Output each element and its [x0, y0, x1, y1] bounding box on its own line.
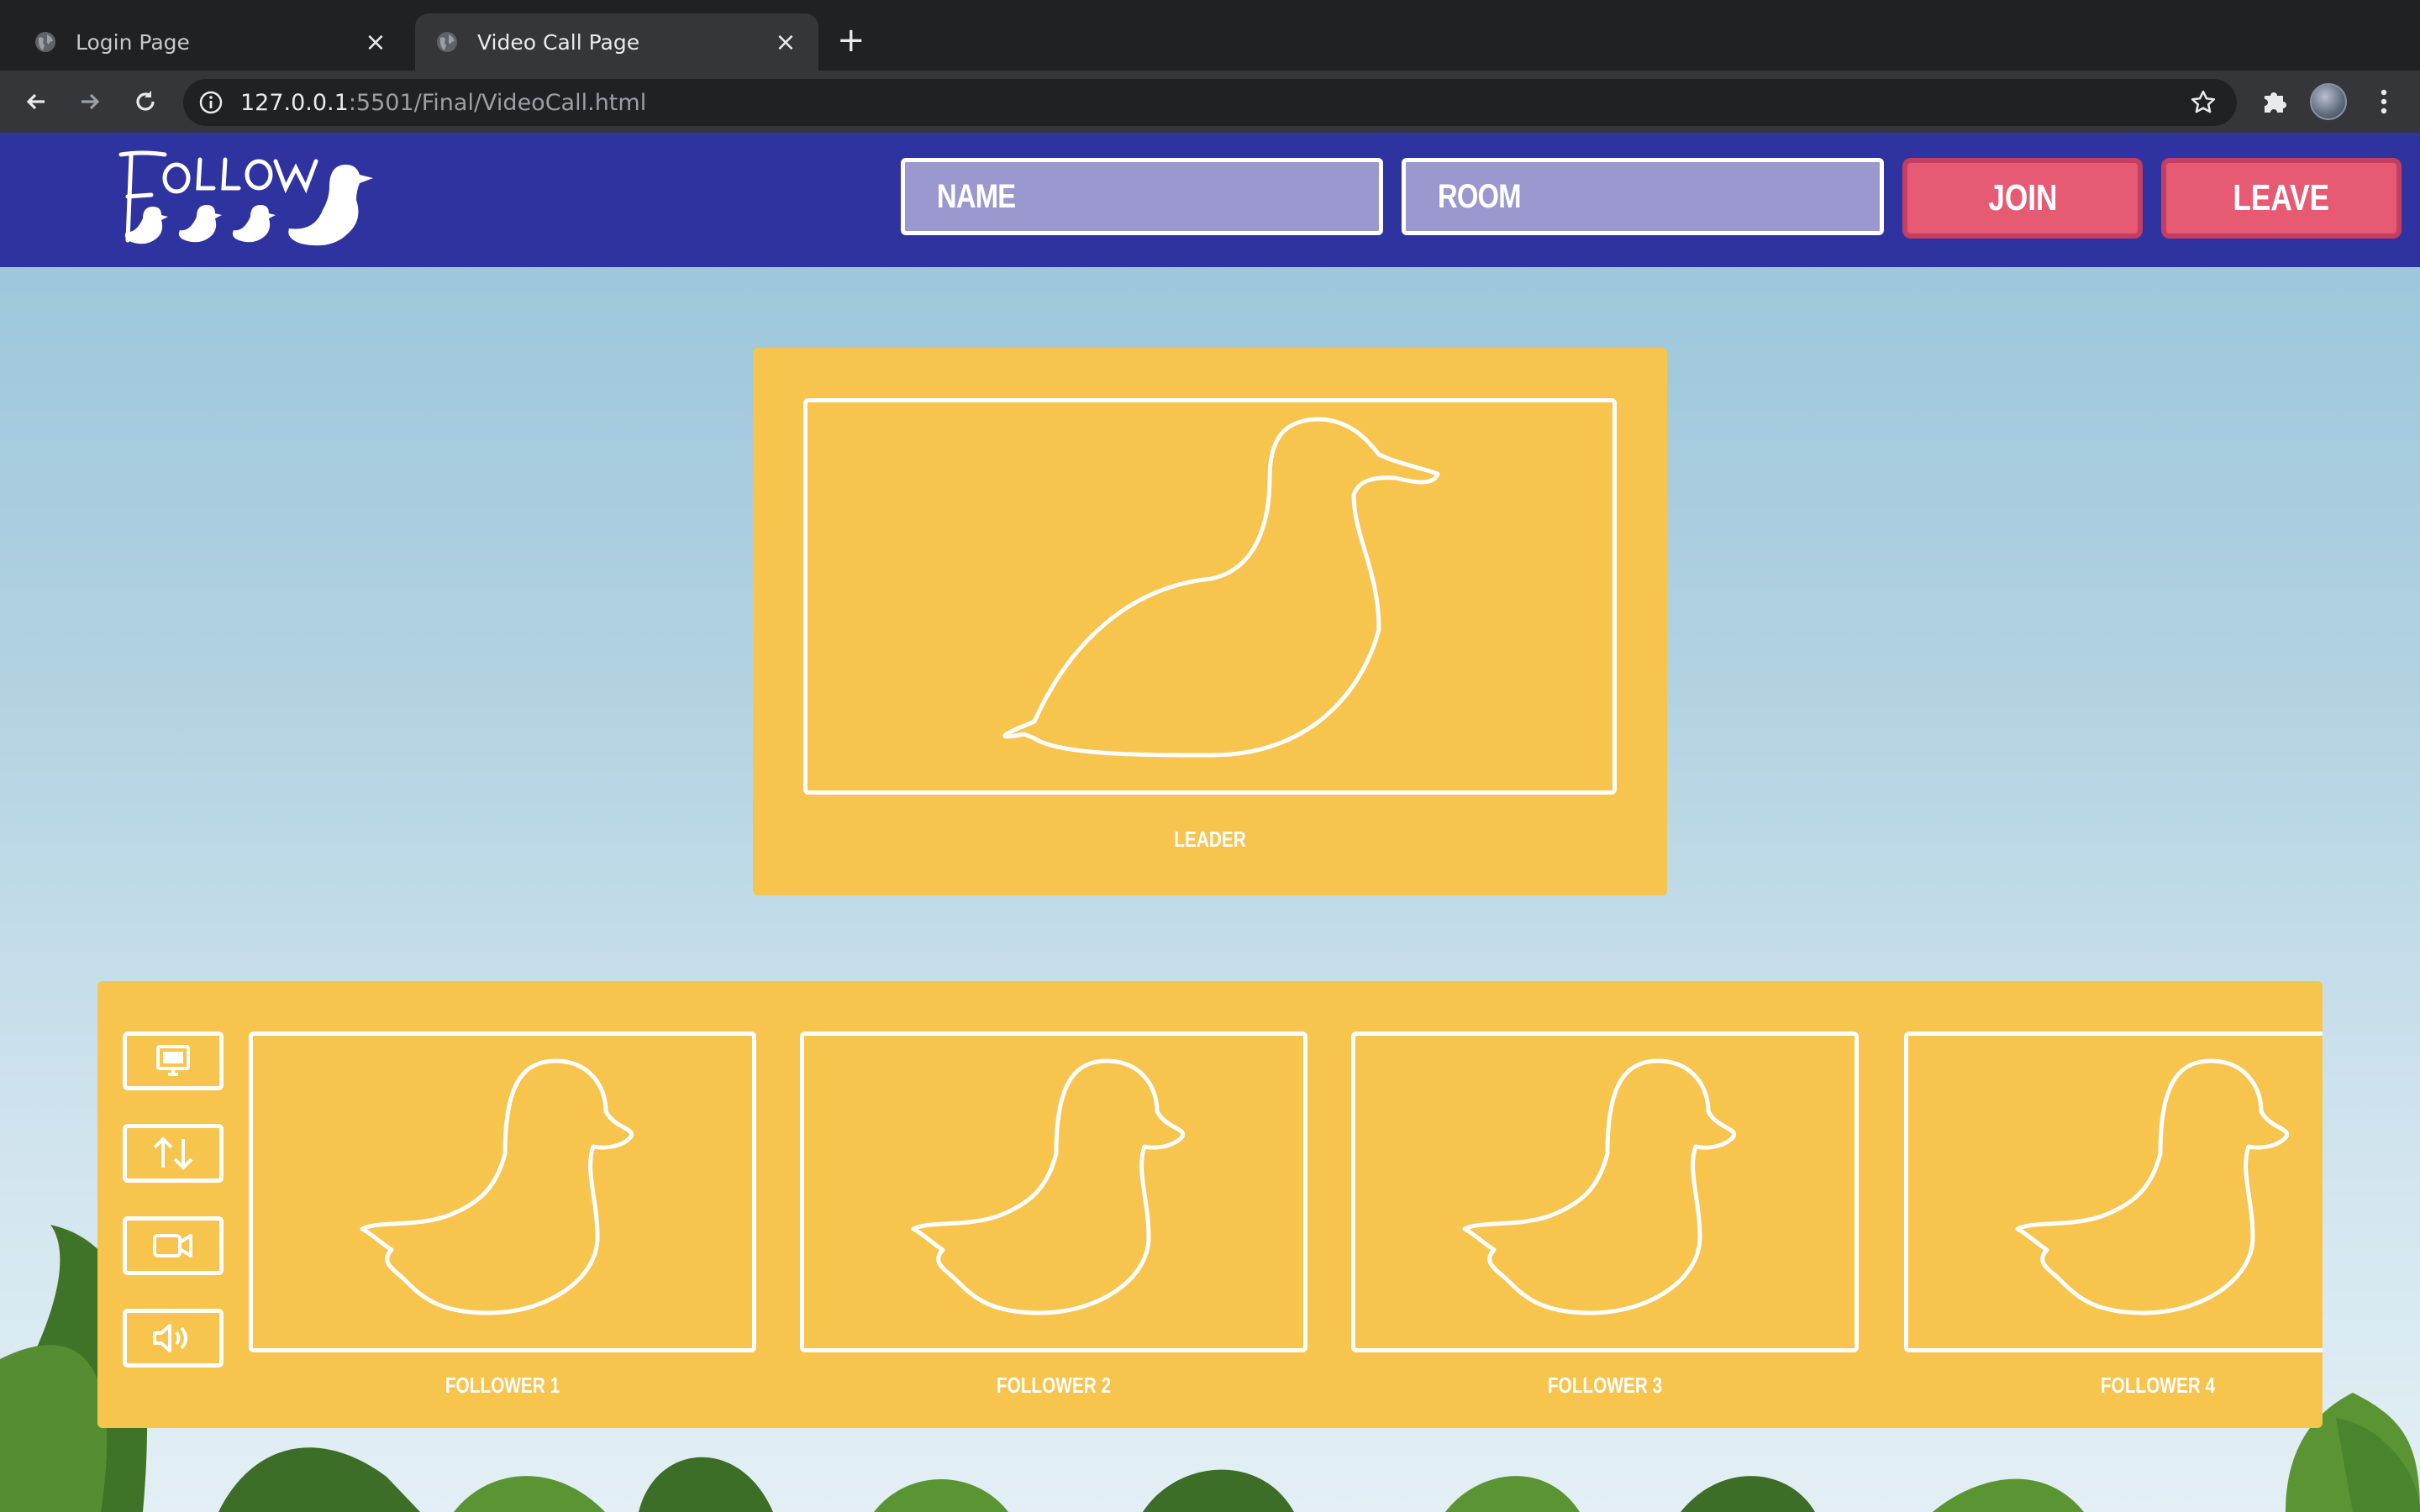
reload-icon[interactable] — [126, 82, 165, 121]
leader-label: LEADER — [1174, 827, 1246, 852]
duck-outline-icon — [1462, 1058, 1737, 1315]
app-header: NAME ROOM JOIN LEAVE — [0, 133, 2420, 267]
leave-button-label: LEAVE — [2233, 177, 2330, 218]
audio-toggle-button[interactable] — [123, 1309, 224, 1368]
follow-logo — [118, 150, 373, 246]
follower-label-3: FOLLOWER 3 — [1547, 1373, 1663, 1398]
browser-toolbar: 127.0.0.1:5501/Final/VideoCall.html — [0, 71, 2420, 133]
join-button-label: JOIN — [1987, 177, 2058, 218]
follower-video-frame-1 — [249, 1032, 756, 1352]
leader-panel: LEADER — [753, 348, 1667, 895]
follower-video-frame-4 — [1904, 1032, 2323, 1352]
extensions-puzzle-icon[interactable] — [2255, 82, 2294, 121]
close-tab-icon[interactable]: × — [773, 28, 798, 57]
url-host: 127.0.0.1 — [240, 89, 349, 116]
leave-button[interactable]: LEAVE — [2161, 158, 2402, 239]
follower-video-frame-3 — [1351, 1032, 1859, 1352]
bookmark-star-icon[interactable] — [2190, 89, 2217, 116]
camera-toggle-button[interactable] — [123, 1216, 224, 1275]
monitor-icon — [156, 1045, 190, 1076]
tab-title: Login Page — [76, 29, 190, 55]
swap-button[interactable] — [123, 1124, 224, 1183]
leader-video-frame — [803, 398, 1617, 795]
follower-panel: FOLLOWER 1 FOLLOWER 2 FOLLOWER 3 FOLLOWE… — [97, 981, 2323, 1428]
room-input-placeholder: ROOM — [1438, 177, 1522, 215]
tab-video-call-page[interactable]: Video Call Page × — [415, 13, 818, 71]
page-viewport: NAME ROOM JOIN LEAVE LEADER FOLLOWER 1 F… — [0, 133, 2420, 1512]
globe-icon — [35, 32, 55, 52]
name-input[interactable]: NAME — [901, 158, 1383, 235]
profile-avatar[interactable] — [2309, 82, 2348, 121]
duck-outline-icon — [360, 1058, 634, 1315]
back-icon[interactable] — [17, 82, 55, 121]
new-tab-icon[interactable]: + — [837, 24, 865, 57]
duck-outline-icon — [1002, 417, 1440, 758]
forward-icon[interactable] — [71, 82, 109, 121]
follower-label-4: FOLLOWER 4 — [2100, 1373, 2216, 1398]
follower-label-1: FOLLOWER 1 — [445, 1373, 560, 1398]
browser-menu-icon[interactable] — [2365, 82, 2403, 121]
follower-label-2: FOLLOWER 2 — [996, 1373, 1112, 1398]
screen-share-button[interactable] — [123, 1032, 224, 1090]
url-path: :5501/Final/VideoCall.html — [348, 89, 647, 116]
name-input-placeholder: NAME — [937, 177, 1016, 215]
swap-icon — [153, 1137, 193, 1170]
speaker-icon — [153, 1324, 187, 1352]
browser-tab-strip: Login Page × Video Call Page × + — [0, 0, 2420, 71]
close-tab-icon[interactable]: × — [363, 28, 388, 57]
globe-icon — [437, 32, 457, 52]
tab-title: Video Call Page — [477, 29, 640, 55]
address-bar[interactable]: 127.0.0.1:5501/Final/VideoCall.html — [183, 79, 2237, 126]
duck-outline-icon — [911, 1058, 1186, 1315]
room-input[interactable]: ROOM — [1402, 158, 1884, 235]
join-button[interactable]: JOIN — [1902, 158, 2143, 239]
duck-outline-icon — [2015, 1058, 2290, 1315]
follower-video-frame-2 — [800, 1032, 1307, 1352]
info-icon[interactable] — [198, 90, 224, 115]
tab-login-page[interactable]: Login Page × — [13, 13, 408, 71]
video-camera-icon — [153, 1234, 192, 1257]
